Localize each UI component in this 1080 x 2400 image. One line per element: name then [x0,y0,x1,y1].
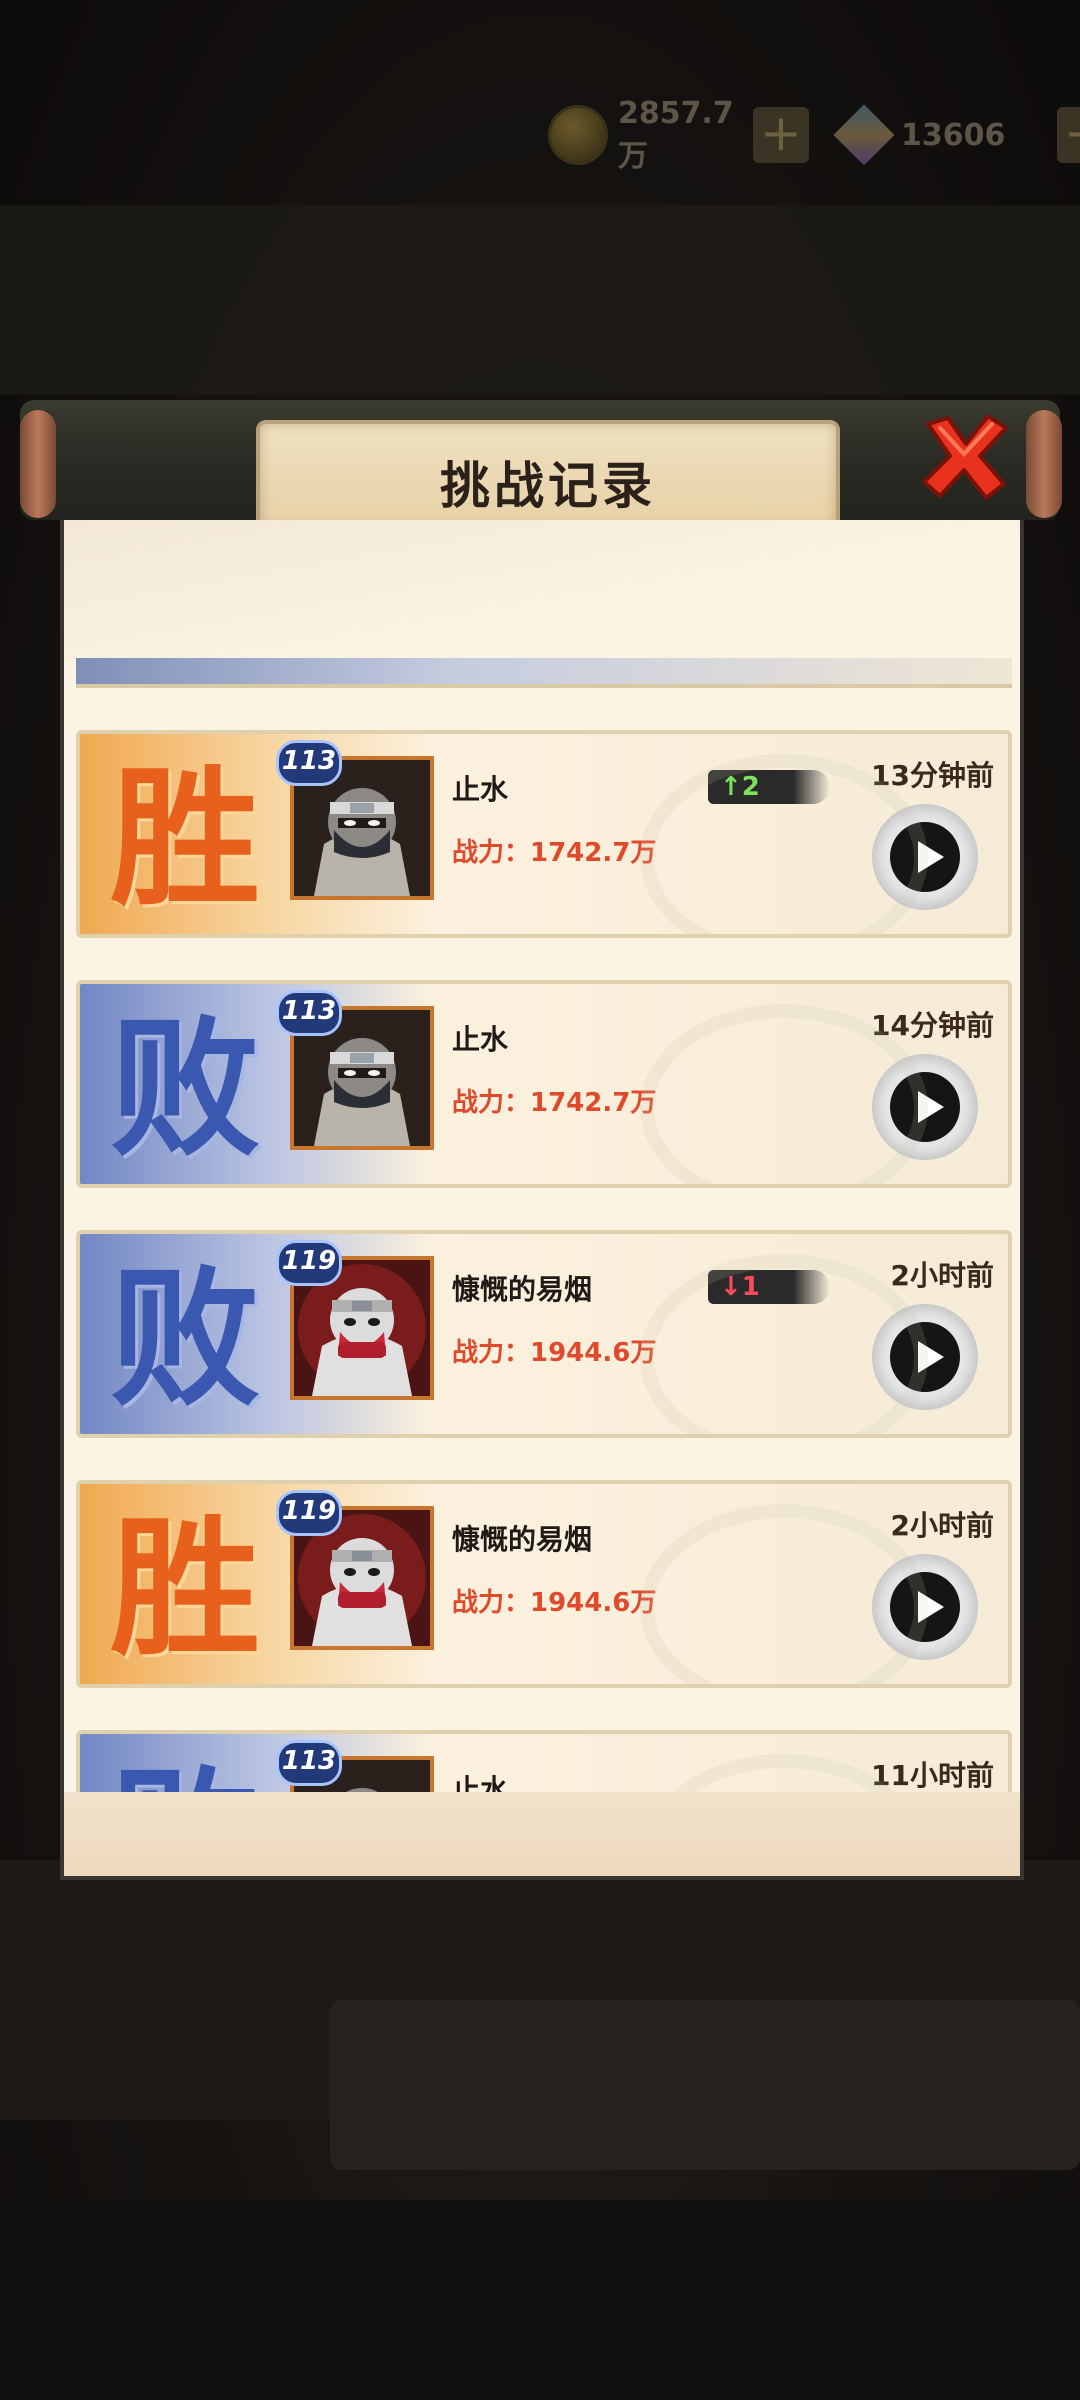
coin-amount: 2857.7万 [618,95,734,174]
result-label: 胜 [109,1501,260,1677]
background-panel [330,2000,1080,2170]
replay-button[interactable] [872,1554,978,1660]
record-row: 胜 113 止水 战力：1742.7万 ↑2 13分钟前 [76,730,1012,938]
level-badge: 119 [276,1490,342,1536]
play-icon [890,1322,960,1392]
level-badge: 119 [276,1240,342,1286]
panel-bottom-decoration [64,1792,1020,1876]
scroll-rod-left [20,410,56,518]
replay-button[interactable] [872,804,978,910]
level-badge: 113 [276,740,342,786]
replay-button[interactable] [872,1054,978,1160]
replay-button[interactable] [872,1304,978,1410]
time-ago: 11小时前 [871,1759,994,1792]
combat-power: 战力：1742.7万 [452,1088,657,1118]
opponent-name: 慷慨的易烟 [452,1273,593,1306]
coin-icon [548,105,608,165]
record-row: 胜 119 慷慨的易烟 战力：1944.6万 2小时前 [76,1480,1012,1688]
opponent-name: 慷慨的易烟 [452,1523,593,1556]
record-row: 败 113 止水 战力：1742.7万 14分钟前 [76,980,1012,1188]
resource-bar: 2857.7万 + 13606 + [548,96,1080,174]
time-ago: 13分钟前 [871,759,994,792]
gem-icon [833,104,895,166]
gem-amount: 13606 [901,117,1006,153]
add-coins-button[interactable]: + [753,107,809,163]
time-ago: 2小时前 [890,1259,994,1292]
play-icon [890,1572,960,1642]
title-plate: 挑战记录 [256,420,840,532]
play-icon [890,822,960,892]
opponent-name: 止水 [452,1023,509,1056]
combat-power: 战力：1944.6万 [452,1588,657,1618]
result-label: 败 [109,1001,260,1177]
rank-change-badge: ↓1 [708,1270,830,1304]
result-label: 败 [100,1754,270,1794]
record-row: 败 113 止水 11小时前 [76,1730,1012,1794]
level-badge: 113 [276,1740,342,1786]
record-list[interactable]: 胜 113 止水 战力：1742.7万 ↑2 13分钟前 败 113 止水 战力… [76,730,1012,1794]
add-gems-button[interactable]: + [1057,107,1080,163]
result-label: 败 [109,1251,260,1427]
level-badge: 113 [276,990,342,1036]
panel-decoration [64,520,1020,660]
play-icon [890,1072,960,1142]
dialog-title: 挑战记录 [440,457,656,515]
close-button[interactable] [918,410,1010,502]
opponent-name: 止水 [452,1773,509,1794]
combat-power: 战力：1742.7万 [452,838,657,868]
close-x-icon [922,414,1008,500]
list-item-partial [76,658,1012,688]
result-label: 胜 [109,751,260,927]
background-panel [0,2200,1080,2400]
challenge-record-panel: 胜 113 止水 战力：1742.7万 ↑2 13分钟前 败 113 止水 战力… [60,520,1024,1880]
time-ago: 14分钟前 [871,1009,994,1042]
time-ago: 2小时前 [890,1509,994,1542]
scroll-rod-right [1026,410,1062,518]
record-row: 败 119 慷慨的易烟 战力：1944.6万 ↓1 2小时前 [76,1230,1012,1438]
rank-change-badge: ↑2 [708,770,830,804]
background-panel [0,205,1080,395]
combat-power: 战力：1944.6万 [452,1338,657,1368]
opponent-name: 止水 [452,773,509,806]
